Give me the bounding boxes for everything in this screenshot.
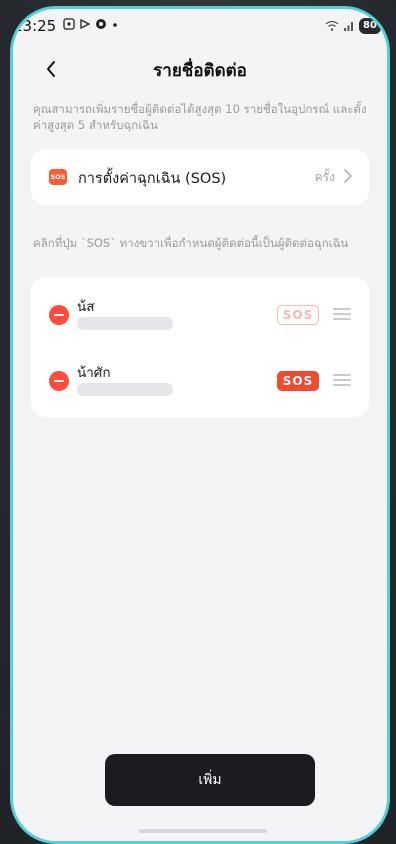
contact-name: น้ส [77, 299, 95, 315]
add-contact-button[interactable]: เพิ่ม [105, 754, 315, 806]
phone-frame: 13:25 80 รายชื่อติดต่อ คุณสามารถเพิ่มราย… [10, 6, 390, 844]
signal-icon [344, 22, 353, 31]
emergency-setting-label: การตั้งค่าฉุกเฉิน (SOS) [78, 171, 227, 187]
status-bar: 13:25 80 [13, 9, 387, 41]
wifi-icon [325, 20, 339, 31]
remove-contact-button[interactable] [49, 305, 69, 325]
dot-icon [113, 23, 117, 27]
contact-phone-redacted [77, 317, 173, 330]
sos-badge-icon: SOS [49, 169, 67, 185]
contact-name: น้าศัก [77, 365, 111, 381]
emergency-setting-value: ครั้ง [314, 170, 335, 184]
list-item: น้าศัก SOS [31, 349, 369, 409]
status-icons-left [63, 18, 119, 30]
battery-indicator: 80 [359, 18, 381, 34]
hint-text: คลิกที่ปุ่ม `SOS` ทางขวาเพื่อกำหนดผู้ติด… [33, 236, 349, 250]
status-time: 13:25 [13, 17, 57, 35]
sos-toggle-button[interactable]: SOS [277, 305, 319, 325]
list-item: น้ส SOS [31, 283, 369, 343]
nav-bar: รายชื่อติดต่อ [13, 49, 387, 89]
contacts-list: น้ส SOS น้าศัก SOS [31, 277, 369, 417]
cast-icon [80, 18, 91, 30]
screen: 13:25 80 รายชื่อติดต่อ คุณสามารถเพิ่มราย… [13, 9, 387, 841]
remove-contact-button[interactable] [49, 371, 69, 391]
screenshot-icon [63, 18, 75, 30]
page-title: รายชื่อติดต่อ [153, 61, 247, 81]
home-indicator [139, 829, 267, 833]
app-icon [96, 19, 106, 29]
sos-toggle-button[interactable]: SOS [277, 371, 319, 391]
drag-handle-icon[interactable] [333, 307, 351, 321]
emergency-setting-row[interactable]: SOS การตั้งค่าฉุกเฉิน (SOS) ครั้ง [31, 149, 369, 205]
info-text: คุณสามารถเพิ่มรายชื่อผู้ติดต่อได้สูงสุด … [33, 102, 367, 132]
chevron-right-icon [344, 169, 352, 183]
status-right: 80 [325, 18, 381, 34]
contact-phone-redacted [77, 383, 173, 396]
drag-handle-icon[interactable] [333, 373, 351, 387]
